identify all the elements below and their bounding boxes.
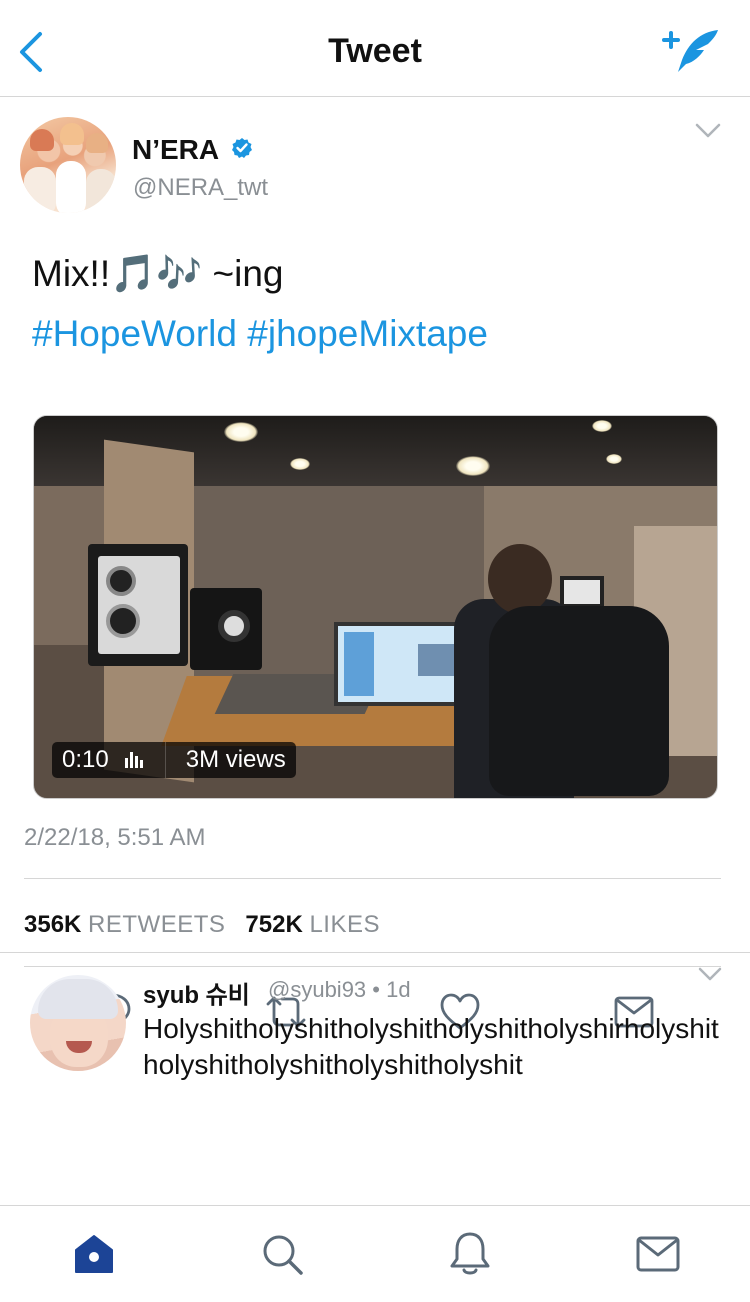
- retweet-count[interactable]: 356K: [24, 911, 81, 938]
- reply-time: 1d: [386, 977, 411, 1002]
- chevron-down-icon[interactable]: [694, 122, 722, 140]
- like-count[interactable]: 752K: [245, 911, 302, 938]
- compose-tweet-icon[interactable]: [660, 26, 722, 76]
- chevron-down-icon[interactable]: [697, 966, 723, 982]
- likes-label[interactable]: LIKES: [309, 911, 380, 938]
- video-player[interactable]: 0:10 3M views: [33, 415, 718, 799]
- reply-author-name[interactable]: syub 슈비: [143, 975, 250, 1010]
- tweet-timestamp: 2/22/18, 5:51 AM: [24, 824, 206, 851]
- reply-text: Holyshitholyshitholyshitholyshitholyshir…: [143, 1013, 719, 1080]
- divider: [24, 878, 721, 879]
- verified-badge-icon: [232, 138, 252, 158]
- tweet-stats: 356K RETWEETS 752K LIKES: [24, 911, 380, 939]
- video-info-badge: 0:10 3M views: [52, 742, 296, 778]
- author-name[interactable]: N’ERA: [132, 134, 219, 166]
- video-views: 3M views: [185, 746, 286, 773]
- home-icon[interactable]: [70, 1230, 118, 1278]
- hashtag-link[interactable]: #HopeWorld: [32, 313, 237, 354]
- reply-author-handle[interactable]: @syubi93: [268, 977, 366, 1002]
- video-duration: 0:10: [62, 746, 109, 773]
- page-title: Tweet: [328, 32, 422, 70]
- reply-author-avatar[interactable]: [30, 975, 126, 1071]
- top-nav-bar: Tweet: [0, 0, 750, 97]
- author-avatar[interactable]: [20, 117, 116, 213]
- view-count-icon: [124, 752, 145, 768]
- tweet-text: Mix!!🎵🎶 ~ing: [32, 253, 284, 294]
- reply-tweet[interactable]: syub 슈비 @syubi93 • 1d Holyshitholyshitho…: [0, 953, 750, 1103]
- messages-icon[interactable]: [634, 1230, 682, 1278]
- notifications-icon[interactable]: [446, 1230, 494, 1278]
- tweet-hashtags: #HopeWorld #jhopeMixtape: [32, 313, 488, 355]
- hashtag-link[interactable]: #jhopeMixtape: [247, 313, 488, 354]
- author-handle[interactable]: @NERA_twt: [133, 174, 268, 202]
- search-icon[interactable]: [258, 1230, 306, 1278]
- bottom-tab-bar: [0, 1206, 750, 1302]
- reply-meta: @syubi93 • 1d: [268, 977, 411, 1002]
- retweets-label[interactable]: RETWEETS: [88, 911, 225, 938]
